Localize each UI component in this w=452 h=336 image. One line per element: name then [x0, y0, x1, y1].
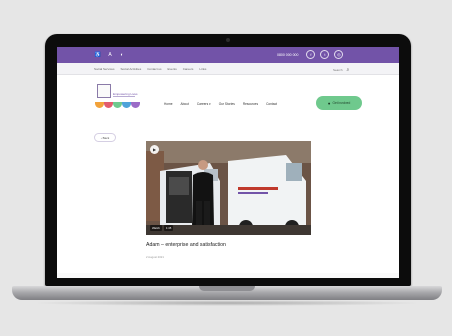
page-bottom — [57, 273, 399, 278]
post-title: Adam – enterprise and satisfaction — [146, 242, 226, 248]
laptop-screen: ♿ A ◐ 0800 000 000 f t ◎ Social Services… — [57, 47, 399, 278]
nav-item-home[interactable]: Home — [164, 102, 173, 106]
video-controls: Watch 1:45 — [150, 225, 174, 231]
laptop-notch — [199, 286, 255, 291]
logo-dot — [113, 102, 122, 108]
text-size-icon[interactable]: A — [106, 51, 114, 59]
video-duration: 1:45 — [163, 225, 174, 231]
logo-mark — [97, 84, 111, 98]
subnav-item[interactable]: Careers — [183, 67, 194, 71]
secondary-nav: Social Services Social Activities Contac… — [57, 63, 399, 75]
nav-item-about[interactable]: About — [181, 102, 189, 106]
laptop-base — [12, 286, 442, 300]
logo-dot — [95, 102, 104, 108]
user-icon: ● — [327, 100, 331, 106]
phone-number[interactable]: 0800 000 000 — [277, 53, 298, 57]
nav-item-resources[interactable]: Resources — [243, 102, 258, 106]
subnav-item[interactable]: Social Activities — [121, 67, 142, 71]
logo-dot — [131, 102, 140, 108]
laptop-lid: ♿ A ◐ 0800 000 000 f t ◎ Social Services… — [45, 34, 411, 286]
subnav-item[interactable]: Contact us — [147, 67, 161, 71]
search-label: Search — [333, 67, 343, 72]
webcam — [226, 38, 230, 42]
accessibility-icon[interactable]: ♿ — [94, 51, 102, 59]
nav-item-our-stories[interactable]: Our Stories — [219, 102, 235, 106]
search-link[interactable]: Search ⌕ — [333, 67, 349, 73]
back-button[interactable]: ‹ Back — [94, 133, 116, 142]
subnav-item[interactable]: Links — [199, 67, 206, 71]
laptop-shadow — [30, 300, 424, 306]
main-nav: Home About Careers ▾ Our Stories Resourc… — [164, 102, 277, 106]
contrast-icon[interactable]: ◐ — [118, 51, 126, 59]
facebook-icon[interactable]: f — [306, 50, 316, 59]
twitter-icon[interactable]: t — [320, 50, 330, 59]
video-watch-tag[interactable]: Watch — [150, 225, 162, 231]
subnav-item[interactable]: Events — [168, 67, 177, 71]
cta-label: Get involved — [332, 101, 351, 105]
video-player[interactable]: ▶ Watch 1:45 — [146, 141, 311, 235]
accessibility-tools: ♿ A ◐ — [94, 51, 126, 59]
post-date: 2 August 2021 — [146, 255, 164, 259]
logo-dot — [104, 102, 113, 108]
nav-item-contact[interactable]: Contact — [266, 102, 277, 106]
top-bar-contact: 0800 000 000 f t ◎ — [277, 50, 344, 59]
instagram-icon[interactable]: ◎ — [334, 50, 344, 59]
nav-item-careers[interactable]: Careers ▾ — [197, 102, 211, 106]
video-thumbnail — [146, 141, 311, 235]
search-icon[interactable]: ⌕ — [347, 67, 350, 73]
subnav-item[interactable]: Social Services — [94, 67, 115, 71]
get-involved-button[interactable]: ● Get involved — [316, 96, 362, 110]
site-logo[interactable]: Empowering Lives — [95, 84, 145, 114]
play-icon[interactable]: ▶ — [150, 145, 159, 154]
logo-color-band — [95, 102, 140, 108]
top-bar: ♿ A ◐ 0800 000 000 f t ◎ — [57, 47, 399, 63]
logo-underline — [113, 96, 135, 97]
logo-dot — [122, 102, 131, 108]
